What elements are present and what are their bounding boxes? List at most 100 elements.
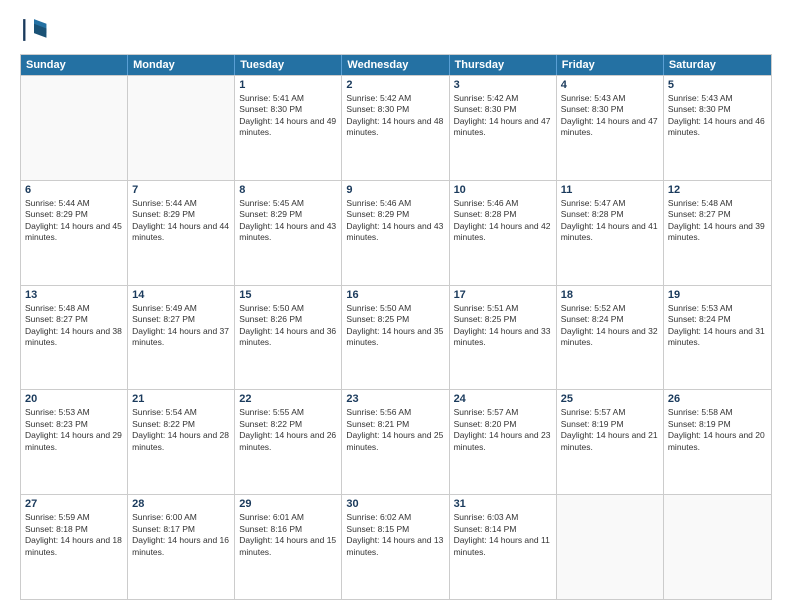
day-info: Sunrise: 5:46 AM Sunset: 8:29 PM Dayligh… xyxy=(346,198,444,244)
day-info: Sunrise: 5:42 AM Sunset: 8:30 PM Dayligh… xyxy=(346,93,444,139)
calendar-header-cell: Thursday xyxy=(450,55,557,75)
day-number: 10 xyxy=(454,184,552,196)
day-number: 2 xyxy=(346,79,444,91)
day-info: Sunrise: 5:55 AM Sunset: 8:22 PM Dayligh… xyxy=(239,407,337,453)
calendar-cell: 24 Sunrise: 5:57 AM Sunset: 8:20 PM Dayli… xyxy=(450,390,557,494)
calendar-cell xyxy=(128,76,235,180)
calendar-header-cell: Friday xyxy=(557,55,664,75)
calendar-header: SundayMondayTuesdayWednesdayThursdayFrid… xyxy=(21,55,771,75)
calendar-cell: 8 Sunrise: 5:45 AM Sunset: 8:29 PM Daylig… xyxy=(235,181,342,285)
day-number: 19 xyxy=(668,289,767,301)
calendar-cell xyxy=(664,495,771,599)
calendar-cell: 6 Sunrise: 5:44 AM Sunset: 8:29 PM Daylig… xyxy=(21,181,128,285)
calendar-header-cell: Sunday xyxy=(21,55,128,75)
calendar-week: 6 Sunrise: 5:44 AM Sunset: 8:29 PM Daylig… xyxy=(21,180,771,285)
day-info: Sunrise: 6:02 AM Sunset: 8:15 PM Dayligh… xyxy=(346,512,444,558)
calendar-week: 13 Sunrise: 5:48 AM Sunset: 8:27 PM Dayli… xyxy=(21,285,771,390)
calendar-cell: 4 Sunrise: 5:43 AM Sunset: 8:30 PM Daylig… xyxy=(557,76,664,180)
day-info: Sunrise: 5:47 AM Sunset: 8:28 PM Dayligh… xyxy=(561,198,659,244)
calendar-week: 20 Sunrise: 5:53 AM Sunset: 8:23 PM Dayli… xyxy=(21,389,771,494)
day-number: 4 xyxy=(561,79,659,91)
day-number: 5 xyxy=(668,79,767,91)
day-number: 29 xyxy=(239,498,337,510)
day-number: 1 xyxy=(239,79,337,91)
day-info: Sunrise: 5:52 AM Sunset: 8:24 PM Dayligh… xyxy=(561,303,659,349)
calendar-cell: 21Sunrise: 5:54 AM Sunset: 8:22 PM Dayli… xyxy=(128,390,235,494)
calendar-cell: 27 Sunrise: 5:59 AM Sunset: 8:18 PM Dayli… xyxy=(21,495,128,599)
day-info: Sunrise: 5:57 AM Sunset: 8:19 PM Dayligh… xyxy=(561,407,659,453)
day-number: 22 xyxy=(239,393,337,405)
calendar-cell: 15Sunrise: 5:50 AM Sunset: 8:26 PM Dayli… xyxy=(235,286,342,390)
day-number: 27 xyxy=(25,498,123,510)
calendar-week: 1 Sunrise: 5:41 AM Sunset: 8:30 PM Daylig… xyxy=(21,75,771,180)
day-info: Sunrise: 5:59 AM Sunset: 8:18 PM Dayligh… xyxy=(25,512,123,558)
day-info: Sunrise: 5:54 AM Sunset: 8:22 PM Dayligh… xyxy=(132,407,230,453)
calendar-cell: 23 Sunrise: 5:56 AM Sunset: 8:21 PM Dayli… xyxy=(342,390,449,494)
calendar-header-cell: Wednesday xyxy=(342,55,449,75)
day-number: 9 xyxy=(346,184,444,196)
calendar-header-cell: Saturday xyxy=(664,55,771,75)
calendar-cell: 17Sunrise: 5:51 AM Sunset: 8:25 PM Dayli… xyxy=(450,286,557,390)
calendar-cell: 13 Sunrise: 5:48 AM Sunset: 8:27 PM Dayli… xyxy=(21,286,128,390)
calendar-cell xyxy=(21,76,128,180)
day-info: Sunrise: 5:43 AM Sunset: 8:30 PM Dayligh… xyxy=(561,93,659,139)
calendar-cell: 25 Sunrise: 5:57 AM Sunset: 8:19 PM Dayli… xyxy=(557,390,664,494)
calendar-cell xyxy=(557,495,664,599)
calendar-cell: 29 Sunrise: 6:01 AM Sunset: 8:16 PM Dayli… xyxy=(235,495,342,599)
day-number: 28 xyxy=(132,498,230,510)
day-number: 11 xyxy=(561,184,659,196)
calendar-cell: 1 Sunrise: 5:41 AM Sunset: 8:30 PM Daylig… xyxy=(235,76,342,180)
day-info: Sunrise: 5:41 AM Sunset: 8:30 PM Dayligh… xyxy=(239,93,337,139)
calendar: SundayMondayTuesdayWednesdayThursdayFrid… xyxy=(20,54,772,600)
calendar-header-cell: Monday xyxy=(128,55,235,75)
calendar-cell: 26Sunrise: 5:58 AM Sunset: 8:19 PM Dayli… xyxy=(664,390,771,494)
day-info: Sunrise: 5:43 AM Sunset: 8:30 PM Dayligh… xyxy=(668,93,767,139)
calendar-cell: 22 Sunrise: 5:55 AM Sunset: 8:22 PM Dayli… xyxy=(235,390,342,494)
day-info: Sunrise: 5:44 AM Sunset: 8:29 PM Dayligh… xyxy=(25,198,123,244)
day-info: Sunrise: 5:53 AM Sunset: 8:24 PM Dayligh… xyxy=(668,303,767,349)
day-info: Sunrise: 5:50 AM Sunset: 8:25 PM Dayligh… xyxy=(346,303,444,349)
day-number: 25 xyxy=(561,393,659,405)
calendar-cell: 20 Sunrise: 5:53 AM Sunset: 8:23 PM Dayli… xyxy=(21,390,128,494)
logo-icon xyxy=(20,16,48,44)
day-number: 6 xyxy=(25,184,123,196)
calendar-cell: 5 Sunrise: 5:43 AM Sunset: 8:30 PM Daylig… xyxy=(664,76,771,180)
day-number: 17 xyxy=(454,289,552,301)
day-number: 30 xyxy=(346,498,444,510)
calendar-cell: 7Sunrise: 5:44 AM Sunset: 8:29 PM Daylig… xyxy=(128,181,235,285)
day-info: Sunrise: 5:57 AM Sunset: 8:20 PM Dayligh… xyxy=(454,407,552,453)
day-info: Sunrise: 5:48 AM Sunset: 8:27 PM Dayligh… xyxy=(25,303,123,349)
calendar-cell: 16Sunrise: 5:50 AM Sunset: 8:25 PM Dayli… xyxy=(342,286,449,390)
day-number: 12 xyxy=(668,184,767,196)
calendar-cell: 2 Sunrise: 5:42 AM Sunset: 8:30 PM Daylig… xyxy=(342,76,449,180)
calendar-cell: 18 Sunrise: 5:52 AM Sunset: 8:24 PM Dayli… xyxy=(557,286,664,390)
day-info: Sunrise: 5:45 AM Sunset: 8:29 PM Dayligh… xyxy=(239,198,337,244)
calendar-cell: 14Sunrise: 5:49 AM Sunset: 8:27 PM Dayli… xyxy=(128,286,235,390)
day-number: 24 xyxy=(454,393,552,405)
calendar-cell: 11 Sunrise: 5:47 AM Sunset: 8:28 PM Dayli… xyxy=(557,181,664,285)
day-number: 31 xyxy=(454,498,552,510)
day-info: Sunrise: 5:48 AM Sunset: 8:27 PM Dayligh… xyxy=(668,198,767,244)
calendar-cell: 9 Sunrise: 5:46 AM Sunset: 8:29 PM Daylig… xyxy=(342,181,449,285)
calendar-cell: 3Sunrise: 5:42 AM Sunset: 8:30 PM Daylig… xyxy=(450,76,557,180)
day-number: 8 xyxy=(239,184,337,196)
day-info: Sunrise: 6:03 AM Sunset: 8:14 PM Dayligh… xyxy=(454,512,552,558)
calendar-body: 1 Sunrise: 5:41 AM Sunset: 8:30 PM Daylig… xyxy=(21,75,771,599)
day-info: Sunrise: 5:56 AM Sunset: 8:21 PM Dayligh… xyxy=(346,407,444,453)
day-info: Sunrise: 6:01 AM Sunset: 8:16 PM Dayligh… xyxy=(239,512,337,558)
calendar-cell: 19 Sunrise: 5:53 AM Sunset: 8:24 PM Dayli… xyxy=(664,286,771,390)
day-info: Sunrise: 5:53 AM Sunset: 8:23 PM Dayligh… xyxy=(25,407,123,453)
header xyxy=(20,16,772,44)
day-number: 26 xyxy=(668,393,767,405)
day-number: 13 xyxy=(25,289,123,301)
page: SundayMondayTuesdayWednesdayThursdayFrid… xyxy=(0,0,792,612)
day-number: 23 xyxy=(346,393,444,405)
day-info: Sunrise: 5:50 AM Sunset: 8:26 PM Dayligh… xyxy=(239,303,337,349)
day-info: Sunrise: 5:46 AM Sunset: 8:28 PM Dayligh… xyxy=(454,198,552,244)
calendar-cell: 10 Sunrise: 5:46 AM Sunset: 8:28 PM Dayli… xyxy=(450,181,557,285)
day-number: 20 xyxy=(25,393,123,405)
day-number: 18 xyxy=(561,289,659,301)
calendar-header-cell: Tuesday xyxy=(235,55,342,75)
day-number: 7 xyxy=(132,184,230,196)
calendar-week: 27 Sunrise: 5:59 AM Sunset: 8:18 PM Dayli… xyxy=(21,494,771,599)
